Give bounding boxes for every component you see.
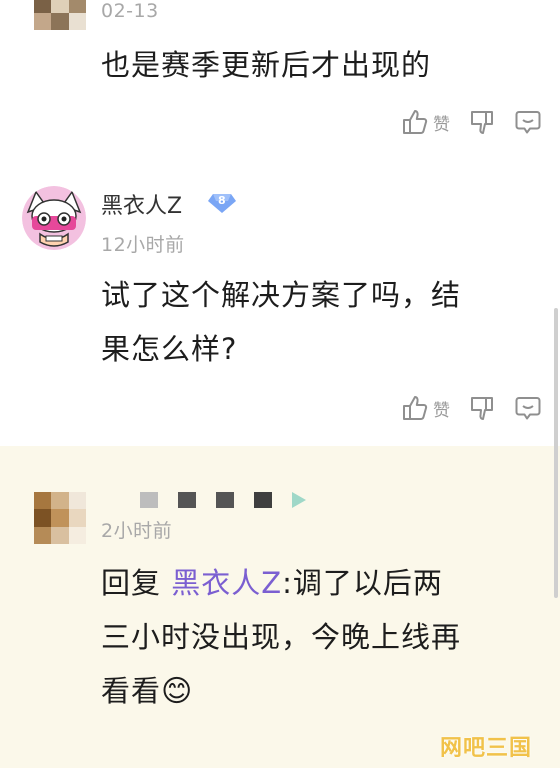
comment-text-line: 看看😊 <box>101 664 193 719</box>
thumb-up-icon <box>403 110 428 134</box>
smile-emoji-icon: 😊 <box>161 674 194 709</box>
dislike-button[interactable] <box>468 108 496 136</box>
avatar[interactable] <box>34 0 86 30</box>
comment-icon <box>515 397 541 420</box>
reply-text: :调了以后两 <box>282 566 443 600</box>
reply-button[interactable] <box>514 108 542 136</box>
comment-icon <box>515 111 541 134</box>
comment-time: 2小时前 <box>101 520 173 542</box>
level-number: 8 <box>218 194 226 207</box>
username[interactable]: 黑衣人Z <box>101 188 182 220</box>
comment-text: 也是赛季更新后才出现的 <box>101 48 432 82</box>
comment-actions: 赞 <box>401 394 542 422</box>
thumb-up-icon <box>403 396 428 420</box>
avatar[interactable] <box>34 492 86 544</box>
like-label: 赞 <box>433 400 450 421</box>
comment-text-line: 果怎么样? <box>101 332 238 366</box>
mention-link[interactable]: 黑衣人Z <box>171 566 282 600</box>
reply-text: 看看 <box>101 674 162 708</box>
comment-text-line: 试了这个解决方案了吗，结 <box>101 278 462 312</box>
username-obscured <box>140 492 306 508</box>
comment-time: 12小时前 <box>101 234 185 256</box>
dislike-button[interactable] <box>468 394 496 422</box>
comment-text-line: 三小时没出现，今晚上线再 <box>101 620 462 654</box>
thumb-down-icon <box>471 111 493 134</box>
comment-item: 黑衣人Z 8 12小时前 试了这个解决方案了吗，结 果怎么样? 赞 <box>0 158 560 446</box>
avatar-image <box>22 186 86 250</box>
like-label: 赞 <box>433 114 450 135</box>
level-badge: 8 <box>207 192 237 214</box>
comment-item: 02-13 也是赛季更新后才出现的 赞 <box>0 0 560 158</box>
comment-text-line: 回复 黑衣人Z:调了以后两 <box>101 556 443 610</box>
scrollbar[interactable] <box>554 308 558 598</box>
avatar[interactable] <box>22 186 86 250</box>
comment-time: 02-13 <box>101 0 159 22</box>
reply-prefix: 回复 <box>101 566 172 600</box>
thumb-down-icon <box>471 397 493 420</box>
like-button[interactable]: 赞 <box>401 108 450 136</box>
like-button[interactable]: 赞 <box>401 394 450 422</box>
comment-actions: 赞 <box>401 108 542 136</box>
watermark: 网吧三国 <box>439 736 532 761</box>
reply-button[interactable] <box>514 394 542 422</box>
